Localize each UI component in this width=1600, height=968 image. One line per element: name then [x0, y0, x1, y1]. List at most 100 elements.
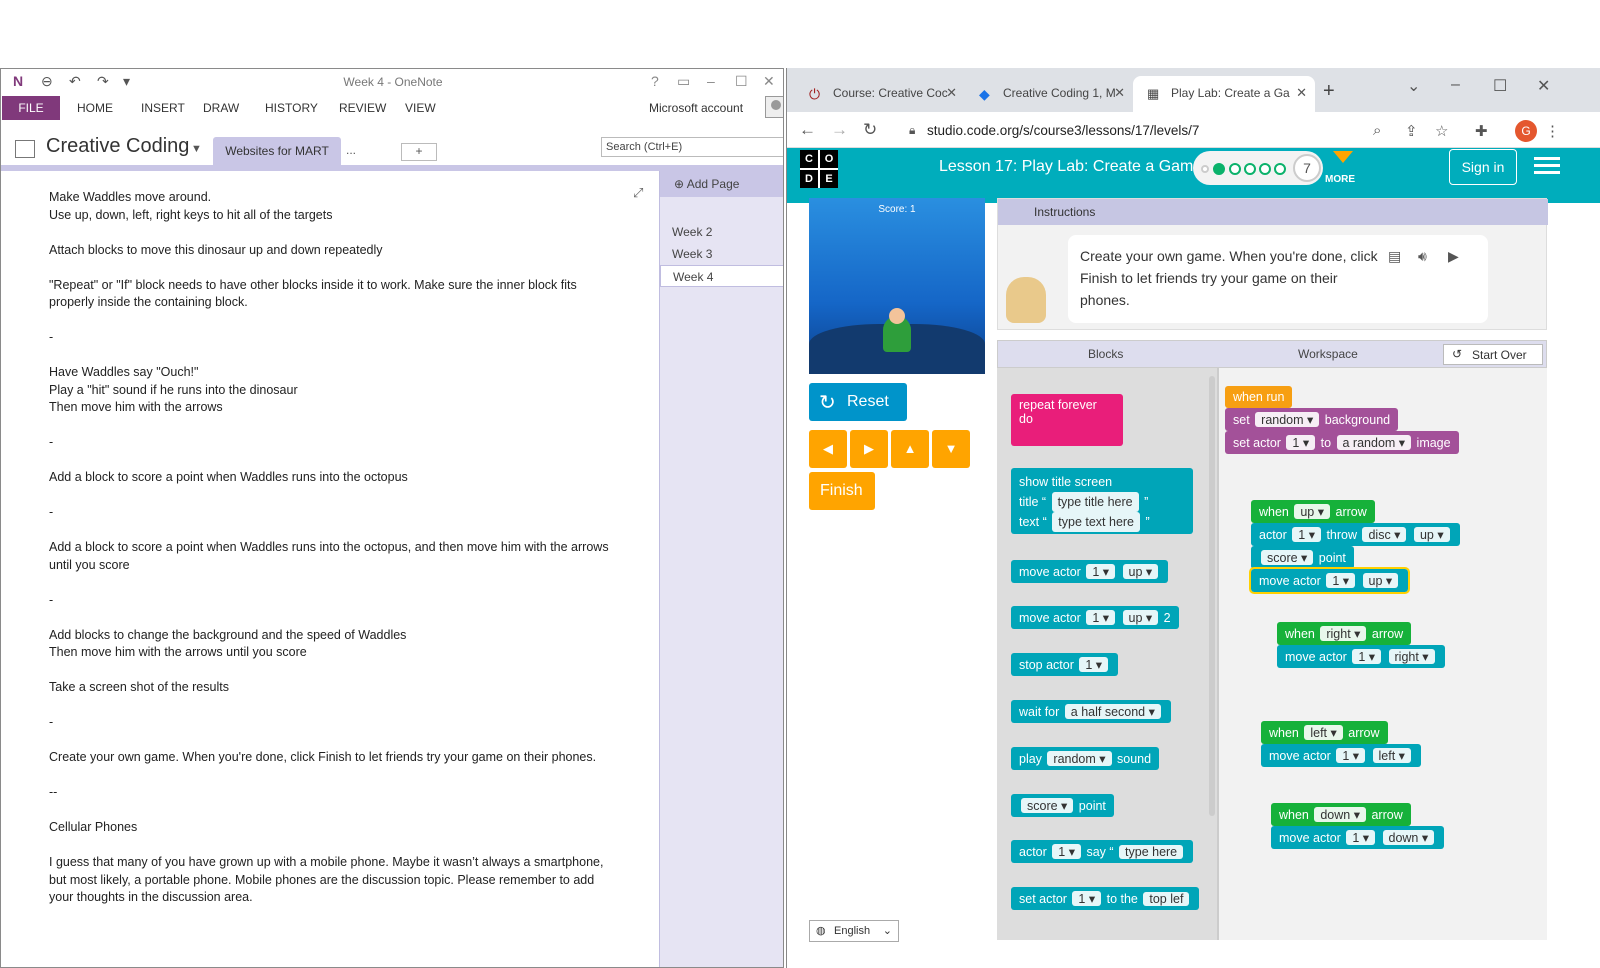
- block-show-title-screen[interactable]: show title screen title “ type title here…: [1011, 468, 1193, 534]
- block-actor-say[interactable]: actor 1 ▾ say “ type here: [1011, 840, 1194, 863]
- extensions-icon[interactable]: ✚: [1475, 122, 1488, 140]
- tab-search-icon[interactable]: ⌄: [1407, 76, 1420, 96]
- tab-creative-coding[interactable]: ◆ Creative Coding 1, M ✕: [965, 76, 1133, 112]
- close-tab-icon[interactable]: ✕: [1296, 85, 1307, 101]
- block-when-left-arrow[interactable]: when left ▾ arrow: [1261, 721, 1388, 744]
- block-play-sound[interactable]: play random ▾ sound: [1011, 747, 1160, 770]
- note-line: [49, 347, 619, 365]
- section-tab[interactable]: Websites for MART: [213, 137, 341, 165]
- hamburger-icon[interactable]: [1534, 154, 1560, 176]
- page-canvas[interactable]: ⤢ Make Waddles move around. Use up, down,…: [1, 171, 659, 967]
- add-section-button[interactable]: +: [401, 143, 437, 161]
- profile-avatar[interactable]: G: [1515, 120, 1537, 142]
- block-set-background[interactable]: set random ▾ background: [1225, 408, 1399, 431]
- forward-icon[interactable]: →: [831, 120, 848, 140]
- tab-review[interactable]: REVIEW: [339, 101, 386, 115]
- block-score-point[interactable]: score ▾ point: [1011, 794, 1114, 817]
- progress-dot[interactable]: [1274, 163, 1286, 175]
- menu-icon[interactable]: ⋮: [1545, 122, 1560, 140]
- tab-label: Creative Coding 1, M: [1003, 86, 1116, 100]
- maximize-icon[interactable]: ☐: [1493, 76, 1507, 96]
- block-when-run[interactable]: when run: [1225, 386, 1293, 408]
- reload-icon[interactable]: ↻: [863, 120, 877, 140]
- close-tab-icon[interactable]: ✕: [1114, 85, 1125, 101]
- codeorg-logo[interactable]: C O D E: [800, 150, 838, 188]
- tab-play-lab[interactable]: ▦ Play Lab: Create a Ga ✕: [1133, 76, 1315, 112]
- more-arrow-icon[interactable]: [1333, 151, 1353, 163]
- page-item-week-2[interactable]: Week 2: [660, 221, 783, 243]
- expand-icon[interactable]: ⤢: [633, 185, 643, 201]
- down-arrow-button[interactable]: ▼: [932, 430, 970, 468]
- block-when-right-arrow[interactable]: when right ▾ arrow: [1277, 622, 1412, 645]
- file-tab[interactable]: FILE: [2, 96, 60, 120]
- progress-dot[interactable]: [1229, 163, 1241, 175]
- block-when-up-arrow[interactable]: when up ▾ arrow: [1251, 500, 1375, 523]
- block-move-actor-down[interactable]: move actor 1 ▾ down ▾: [1271, 826, 1445, 849]
- start-over-button[interactable]: ↺ Start Over: [1443, 344, 1543, 365]
- close-icon[interactable]: ✕: [1537, 76, 1550, 96]
- current-level[interactable]: 7: [1293, 154, 1321, 182]
- account-menu[interactable]: Microsoft account: [649, 101, 743, 115]
- play-icon[interactable]: ▶: [1448, 245, 1459, 267]
- tab-view[interactable]: VIEW: [405, 101, 436, 115]
- tab-history[interactable]: HISTORY: [265, 101, 318, 115]
- ribbon-display-icon[interactable]: ▭: [677, 73, 690, 90]
- share-icon[interactable]: ⇪: [1405, 122, 1418, 140]
- progress-dot[interactable]: [1244, 163, 1256, 175]
- star-icon[interactable]: ☆: [1435, 122, 1448, 140]
- left-arrow-button[interactable]: ◀: [809, 430, 847, 468]
- block-repeat-forever[interactable]: repeat forever do: [1011, 394, 1123, 446]
- finish-button[interactable]: Finish: [809, 472, 875, 510]
- url-field[interactable]: 🔒︎ studio.code.org/s/course3/lessons/17/l…: [909, 118, 1429, 144]
- block-set-actor-position[interactable]: set actor 1 ▾ to the top lef: [1011, 887, 1200, 910]
- up-arrow-button[interactable]: ▲: [891, 430, 929, 468]
- reset-button[interactable]: ↻ Reset: [809, 383, 907, 421]
- more-sections[interactable]: ...: [346, 143, 356, 157]
- block-set-actor-image[interactable]: set actor 1 ▾ to a random ▾ image: [1225, 431, 1459, 454]
- workspace-canvas[interactable]: when run set random ▾ background set act…: [1217, 368, 1547, 940]
- tab-home[interactable]: HOME: [77, 101, 113, 115]
- language-select[interactable]: ◍ English ⌄: [809, 920, 899, 942]
- page-item-week-4[interactable]: Week 4: [660, 265, 783, 287]
- tab-strip: ⏻ Course: Creative Coc ✕ ◆ Creative Coding …: [787, 68, 1600, 112]
- progress-dot[interactable]: [1259, 163, 1271, 175]
- block-move-actor-left[interactable]: move actor 1 ▾ left ▾: [1261, 744, 1421, 767]
- search-input[interactable]: Search (Ctrl+E): [601, 137, 783, 157]
- help-icon[interactable]: ?: [651, 73, 659, 89]
- close-icon[interactable]: ✕: [763, 73, 775, 90]
- sign-in-button[interactable]: Sign in: [1449, 149, 1517, 185]
- minimize-icon[interactable]: –: [707, 73, 715, 89]
- block-actor-throw[interactable]: actor 1 ▾ throw disc ▾ up ▾: [1251, 523, 1460, 546]
- maximize-icon[interactable]: ☐: [735, 73, 748, 90]
- block-move-actor-distance[interactable]: move actor 1 ▾ up ▾ 2: [1011, 606, 1179, 629]
- tab-course[interactable]: ⏻ Course: Creative Coc ✕: [795, 76, 965, 112]
- block-wait[interactable]: wait for a half second ▾: [1011, 700, 1171, 723]
- block-move-actor-up[interactable]: move actor 1 ▾ up ▾: [1248, 567, 1411, 594]
- toolbox-scrollbar[interactable]: [1209, 376, 1215, 816]
- speaker-icon[interactable]: 🔊︎: [1418, 245, 1427, 267]
- tab-draw[interactable]: DRAW: [203, 101, 239, 115]
- new-tab-icon[interactable]: +: [1323, 80, 1335, 103]
- avatar[interactable]: [765, 96, 783, 118]
- text-mode-icon[interactable]: ▤: [1388, 245, 1401, 267]
- block-score-point[interactable]: score ▾ point: [1251, 546, 1354, 569]
- block-stop-actor[interactable]: stop actor 1 ▾: [1011, 653, 1119, 676]
- page-item-week-3[interactable]: Week 3: [660, 243, 783, 265]
- add-page-button[interactable]: ⊕ Add Page: [660, 171, 783, 197]
- level-progress[interactable]: 7: [1193, 151, 1323, 185]
- tab-insert[interactable]: INSERT: [141, 101, 185, 115]
- block-when-down-arrow[interactable]: when down ▾ arrow: [1271, 803, 1411, 826]
- notebook-name[interactable]: Creative Coding: [46, 135, 189, 158]
- chevron-down-icon[interactable]: ▼: [191, 143, 202, 155]
- close-tab-icon[interactable]: ✕: [946, 85, 957, 101]
- minimize-icon[interactable]: –: [1451, 76, 1460, 94]
- block-move-actor-right[interactable]: move actor 1 ▾ right ▾: [1277, 645, 1445, 668]
- right-arrow-button[interactable]: ▶: [850, 430, 888, 468]
- game-canvas[interactable]: Score: 1: [809, 198, 985, 374]
- block-move-actor[interactable]: move actor 1 ▾ up ▾: [1011, 560, 1169, 583]
- progress-dot[interactable]: [1213, 163, 1225, 175]
- more-button[interactable]: MORE: [1325, 174, 1355, 185]
- back-icon[interactable]: ←: [799, 120, 816, 140]
- zoom-icon[interactable]: ⌕: [1373, 122, 1381, 139]
- progress-dot[interactable]: [1201, 165, 1209, 173]
